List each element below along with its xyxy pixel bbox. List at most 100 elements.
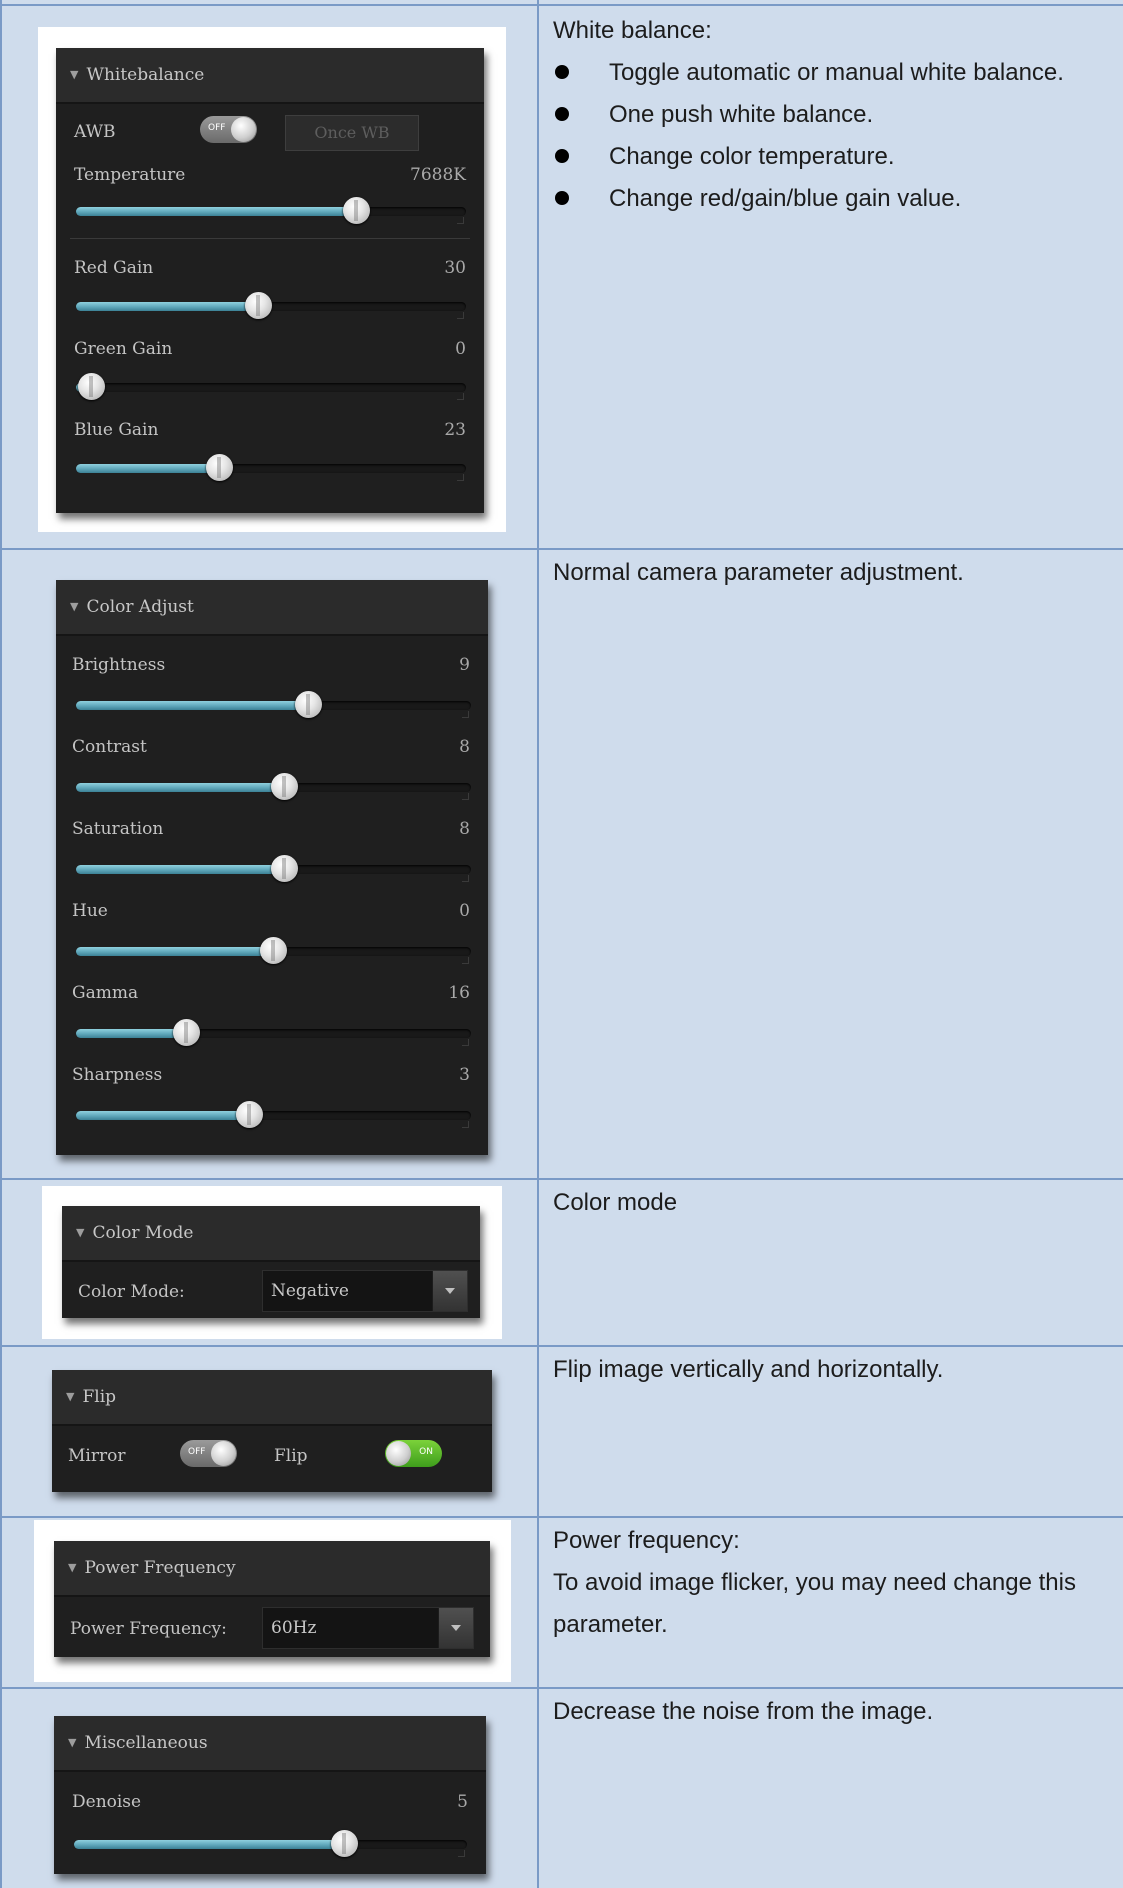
description-title: White balance:: [553, 17, 712, 44]
color-mode-select[interactable]: Negative: [262, 1270, 468, 1312]
bullet-icon: [555, 107, 569, 121]
once-wb-button[interactable]: Once WB: [285, 115, 419, 151]
awb-toggle[interactable]: OFF: [200, 116, 257, 143]
table-row-divider: [0, 1687, 1123, 1689]
dropdown-arrow-icon[interactable]: [432, 1271, 467, 1311]
slider-knob[interactable]: [342, 197, 370, 224]
slider-grip: [457, 393, 464, 400]
slider-value: 16: [448, 983, 470, 1003]
slider-fill: [76, 865, 286, 874]
panel-title-text: Power Frequency: [84, 1558, 236, 1578]
slider-fill: [76, 302, 260, 311]
flip-toggle[interactable]: ON: [385, 1440, 442, 1467]
green-gain-slider[interactable]: [76, 373, 466, 401]
slider-value: 30: [444, 258, 466, 278]
collapse-triangle-icon: ▼: [68, 1561, 77, 1574]
table-column-divider: [537, 0, 539, 1888]
slider-label: Brightness: [72, 655, 166, 675]
table-border-top: [0, 4, 1123, 6]
toggle-state-text: ON: [419, 1447, 433, 1457]
description-power-frequency: Power frequency: To avoid image flicker,…: [553, 1520, 1121, 1646]
bullet-text: Change color temperature.: [609, 143, 895, 170]
slider-grip: [462, 1121, 469, 1128]
panel-title-text: Color Adjust: [86, 597, 194, 617]
toggle-knob: [231, 117, 256, 142]
panel-header[interactable]: ▼ Power Frequency: [54, 1541, 490, 1597]
hue-slider[interactable]: [76, 937, 471, 965]
description-line: Power frequency:: [553, 1527, 740, 1554]
slider-fill: [76, 701, 310, 710]
bullet-item: One push white balance.: [553, 94, 1121, 136]
red-gain-slider[interactable]: [76, 292, 466, 320]
gamma-slider[interactable]: [76, 1019, 471, 1047]
color-adjust-panel: ▼ Color Adjust Brightness 9 Contrast 8 Sa…: [56, 580, 488, 1155]
dropdown-arrow-icon[interactable]: [438, 1608, 473, 1648]
slider-label: Saturation: [72, 819, 164, 839]
collapse-triangle-icon: ▼: [68, 1736, 77, 1749]
collapse-triangle-icon: ▼: [70, 68, 79, 81]
color-mode-panel: ▼ Color Mode Color Mode: Negative: [62, 1206, 480, 1318]
slider-knob[interactable]: [206, 454, 234, 481]
bullet-text: Change red/gain/blue gain value.: [609, 185, 962, 212]
slider-fill: [76, 464, 221, 473]
bullet-text: One push white balance.: [609, 101, 874, 128]
collapse-triangle-icon: ▼: [70, 600, 79, 613]
slider-fill: [76, 1111, 250, 1120]
slider-label: Red Gain: [74, 258, 154, 278]
slider-knob[interactable]: [295, 691, 323, 718]
slider-grip: [462, 711, 469, 718]
slider-value: 23: [444, 420, 466, 440]
power-frequency-select[interactable]: 60Hz: [262, 1607, 474, 1649]
slider-knob[interactable]: [77, 373, 105, 400]
slider-knob[interactable]: [235, 1101, 263, 1128]
slider-knob[interactable]: [259, 937, 287, 964]
description-line: parameter.: [553, 1611, 668, 1638]
slider-knob[interactable]: [172, 1019, 200, 1046]
panel-header[interactable]: ▼ Miscellaneous: [54, 1716, 486, 1772]
collapse-triangle-icon: ▼: [66, 1390, 75, 1403]
slider-fill: [74, 1840, 346, 1849]
table-row-divider: [0, 1178, 1123, 1180]
slider-grip: [457, 217, 464, 224]
slider-value: 7688K: [410, 165, 466, 185]
mirror-label: Mirror: [68, 1446, 126, 1466]
toggle-state-text: OFF: [208, 123, 226, 133]
slider-value: 5: [457, 1792, 468, 1812]
temperature-slider[interactable]: [76, 197, 466, 225]
denoise-slider[interactable]: [74, 1830, 467, 1858]
panel-header[interactable]: ▼ Color Adjust: [56, 580, 488, 636]
description-flip: Flip image vertically and horizontally.: [553, 1356, 944, 1383]
panel-title: ▼ Color Mode: [76, 1223, 194, 1243]
bullet-item: Change color temperature.: [553, 136, 1121, 178]
power-frequency-label: Power Frequency:: [70, 1619, 227, 1639]
blue-gain-slider[interactable]: [76, 454, 466, 482]
slider-knob[interactable]: [271, 855, 299, 882]
slider-label: Green Gain: [74, 339, 173, 359]
selected-value: 60Hz: [271, 1618, 317, 1638]
bullet-icon: [555, 149, 569, 163]
panel-header[interactable]: ▼ Color Mode: [62, 1206, 480, 1262]
slider-grip: [457, 474, 464, 481]
saturation-slider[interactable]: [76, 855, 471, 883]
panel-header[interactable]: ▼ Whitebalance: [56, 48, 484, 104]
slider-knob[interactable]: [271, 773, 299, 800]
sharpness-slider[interactable]: [76, 1101, 471, 1129]
slider-label: Gamma: [72, 983, 139, 1003]
panel-title: ▼ Flip: [66, 1387, 116, 1407]
panel-header[interactable]: ▼ Flip: [52, 1370, 492, 1426]
panel-title-text: Miscellaneous: [84, 1733, 208, 1753]
slider-label: Hue: [72, 901, 108, 921]
table-row-divider: [0, 1516, 1123, 1518]
collapse-triangle-icon: ▼: [76, 1226, 85, 1239]
brightness-slider[interactable]: [76, 691, 471, 719]
description-line: To avoid image flicker, you may need cha…: [553, 1569, 1076, 1596]
mirror-toggle[interactable]: OFF: [180, 1440, 237, 1467]
panel-title: ▼ Power Frequency: [68, 1558, 236, 1578]
contrast-slider[interactable]: [76, 773, 471, 801]
slider-knob[interactable]: [245, 292, 273, 319]
miscellaneous-panel: ▼ Miscellaneous Denoise 5: [54, 1716, 486, 1874]
bullet-list: Toggle automatic or manual white balance…: [553, 52, 1121, 220]
slider-value: 8: [459, 819, 470, 839]
slider-knob[interactable]: [331, 1830, 359, 1857]
slider-fill: [76, 207, 357, 216]
